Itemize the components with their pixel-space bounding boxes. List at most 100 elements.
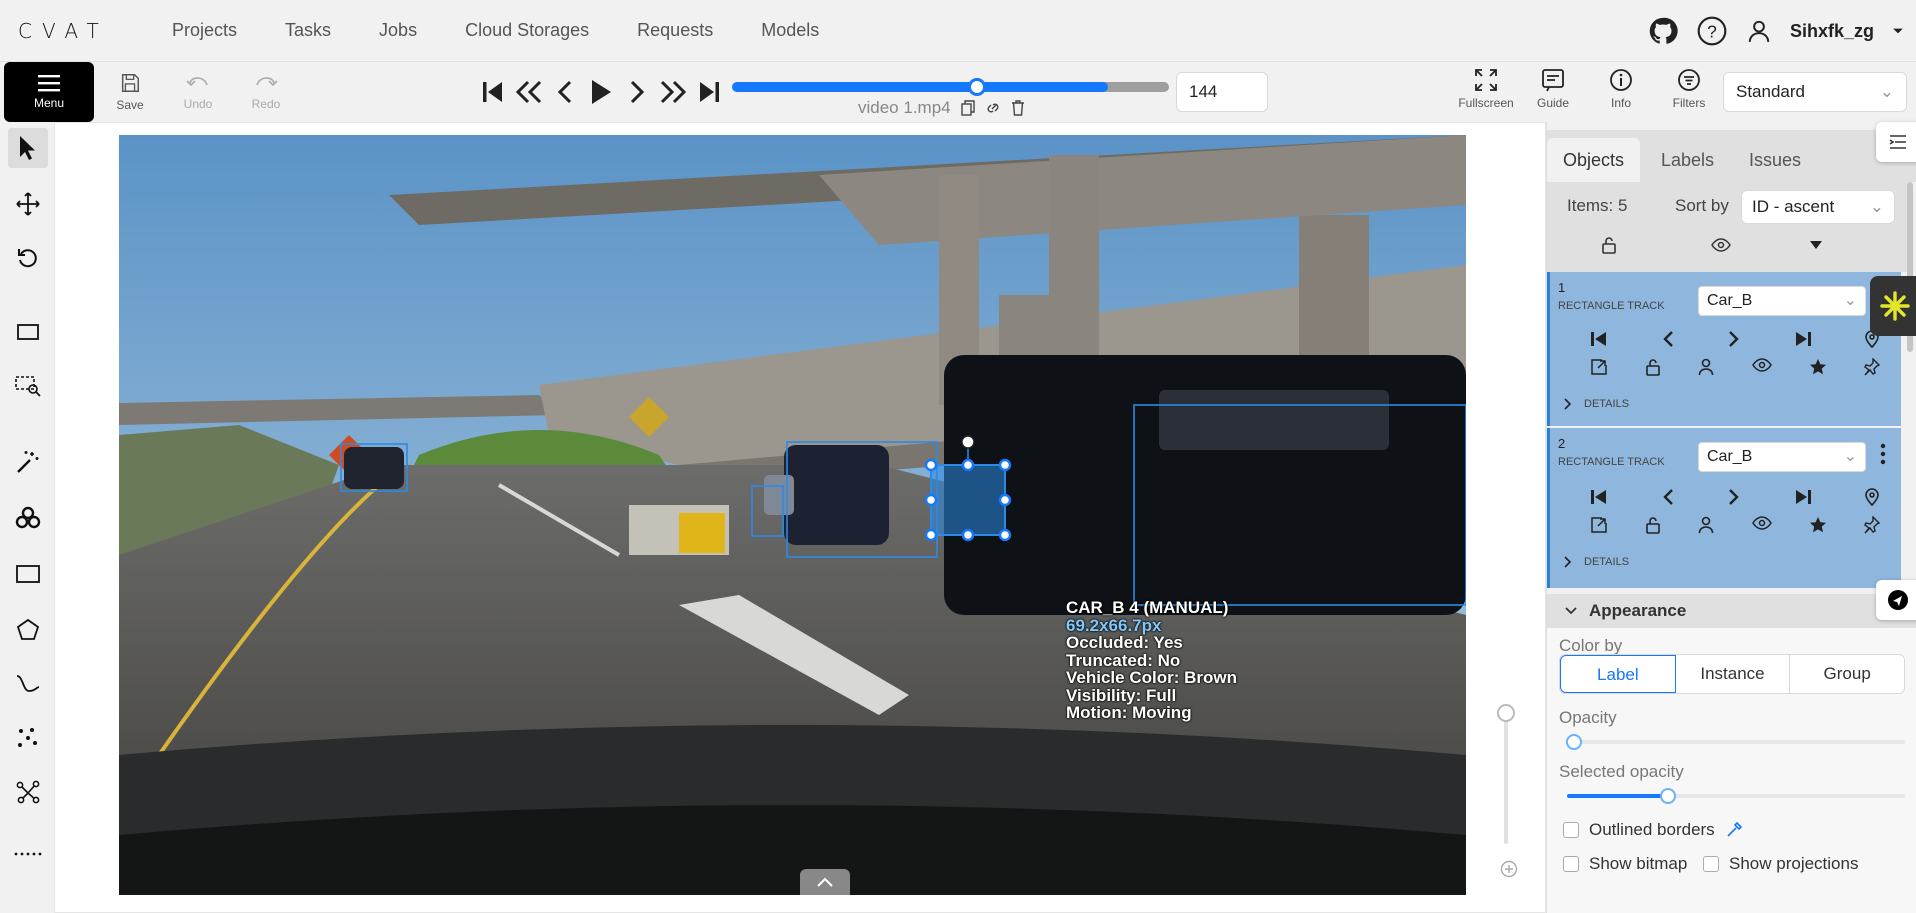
occluded-user-icon[interactable] [1698,358,1714,376]
object-details-toggle[interactable]: DETAILS [1564,398,1629,410]
pin-icon[interactable] [1864,358,1880,376]
nav-projects[interactable]: Projects [148,20,261,41]
opacity-slider[interactable] [1565,734,1905,750]
zoom-in-icon[interactable] [1500,860,1518,878]
object-details-toggle[interactable]: DETAILS [1564,556,1629,568]
workspace-select[interactable]: Standard ⌄ [1723,72,1907,112]
show-projections-checkbox[interactable]: Show projections [1703,854,1858,874]
nav-cloud-storages[interactable]: Cloud Storages [441,20,613,41]
checkbox-box[interactable] [1703,856,1719,872]
cursor-tool[interactable] [8,128,48,168]
move-tool[interactable] [8,184,48,224]
fast-forward-button[interactable] [658,76,688,108]
draw-polygon-tool[interactable] [8,610,48,650]
ai-tools[interactable] [8,498,48,538]
show-bitmap-checkbox[interactable]: Show bitmap [1563,854,1687,874]
first-frame-button[interactable] [478,76,508,108]
next-frame-button[interactable] [622,76,652,108]
sidebar-toggle-button[interactable] [1876,122,1916,162]
user-name[interactable]: Sihxfk_zg [1790,21,1874,42]
star-icon[interactable] [1809,516,1827,534]
issue-tracker-button[interactable] [1876,580,1916,620]
last-keyframe-icon[interactable] [1794,330,1812,348]
annotation-canvas[interactable]: CAR_B 4 (MANUAL) 69.2x66.7px Occluded: Y… [54,122,1546,913]
draw-points-tool[interactable] [8,718,48,758]
more-vertical-icon[interactable] [1880,442,1886,466]
selected-opacity-slider[interactable] [1567,788,1905,804]
filters-button[interactable]: Filters [1656,68,1722,110]
cvat-logo[interactable]: CVAT [18,19,108,43]
magic-wand-tool[interactable] [8,442,48,482]
frame-slider-handle[interactable] [967,78,986,96]
object-label-select[interactable]: Car_B ⌄ [1698,286,1866,316]
collapse-all-icon[interactable] [1809,240,1823,250]
nav-models[interactable]: Models [737,20,843,41]
tab-objects[interactable]: Objects [1547,138,1641,182]
color-by-label-option[interactable]: Label [1560,655,1676,693]
opacity-slider-handle[interactable] [1565,734,1582,750]
menu-button[interactable]: Menu [4,62,94,122]
prev-keyframe-icon[interactable] [1661,488,1675,506]
checkbox-box[interactable] [1563,822,1579,838]
caret-down-icon[interactable] [1892,25,1904,37]
outside-icon[interactable] [1590,516,1608,534]
occluded-user-icon[interactable] [1698,516,1714,534]
frame-slider[interactable] [732,78,1169,96]
color-picker-icon[interactable] [1725,821,1743,839]
last-keyframe-icon[interactable] [1794,488,1812,506]
frame-number-input[interactable]: 144 [1176,72,1268,112]
lock-all-icon[interactable] [1601,236,1617,254]
fullscreen-button[interactable]: Fullscreen [1453,68,1519,110]
redo-button[interactable]: Redo [236,68,296,116]
frame-image[interactable] [119,135,1466,895]
github-icon[interactable] [1648,16,1678,46]
tab-labels[interactable]: Labels [1645,138,1730,182]
appearance-header[interactable]: Appearance [1547,594,1916,628]
fit-image-tool[interactable] [8,312,48,352]
play-button[interactable] [586,76,616,108]
zoom-region-tool[interactable] [8,366,48,406]
eye-icon[interactable] [1751,516,1772,530]
rotate-tool[interactable] [8,238,48,278]
eye-all-icon[interactable] [1711,238,1731,252]
collapse-timeline-button[interactable] [800,869,850,895]
guide-button[interactable]: Guide [1520,68,1586,110]
previous-frame-button[interactable] [550,76,580,108]
ai-assistant-button[interactable] [1870,276,1916,336]
zoom-slider-handle[interactable] [1497,704,1515,722]
color-by-group-option[interactable]: Group [1790,655,1904,693]
help-icon[interactable]: ? [1696,15,1728,47]
unlock-icon[interactable] [1645,358,1661,376]
save-button[interactable]: Save [100,68,160,116]
draw-skeleton-tool[interactable] [8,772,48,812]
star-icon[interactable] [1809,358,1827,376]
fast-backward-button[interactable] [514,76,544,108]
sort-select[interactable]: ID - ascent ⌄ [1741,190,1895,224]
outlined-borders-checkbox[interactable]: Outlined borders [1563,820,1743,840]
delete-frame-icon[interactable] [1011,100,1025,116]
prev-keyframe-icon[interactable] [1661,330,1675,348]
eye-icon[interactable] [1751,358,1772,372]
zoom-slider[interactable] [1497,704,1515,844]
checkbox-box[interactable] [1563,856,1579,872]
more-tools[interactable] [8,834,48,874]
first-keyframe-icon[interactable] [1590,330,1608,348]
selected-opacity-slider-handle[interactable] [1660,788,1677,804]
next-keyframe-icon[interactable] [1727,330,1741,348]
tab-issues[interactable]: Issues [1733,138,1817,182]
object-card-1[interactable]: 1 RECTANGLE TRACK Car_B ⌄ DETAILS [1547,272,1901,426]
draw-rectangle-tool[interactable] [8,554,48,594]
undo-button[interactable]: Undo [168,68,228,116]
nav-jobs[interactable]: Jobs [355,20,441,41]
info-button[interactable]: Info [1588,68,1654,110]
user-icon[interactable] [1746,18,1772,44]
nav-tasks[interactable]: Tasks [261,20,355,41]
pin-icon[interactable] [1864,516,1880,534]
color-by-instance-option[interactable]: Instance [1676,655,1791,693]
link-icon[interactable] [985,100,1001,116]
last-frame-button[interactable] [694,76,724,108]
first-keyframe-icon[interactable] [1590,488,1608,506]
next-keyframe-icon[interactable] [1727,488,1741,506]
draw-polyline-tool[interactable] [8,664,48,704]
nav-requests[interactable]: Requests [613,20,737,41]
